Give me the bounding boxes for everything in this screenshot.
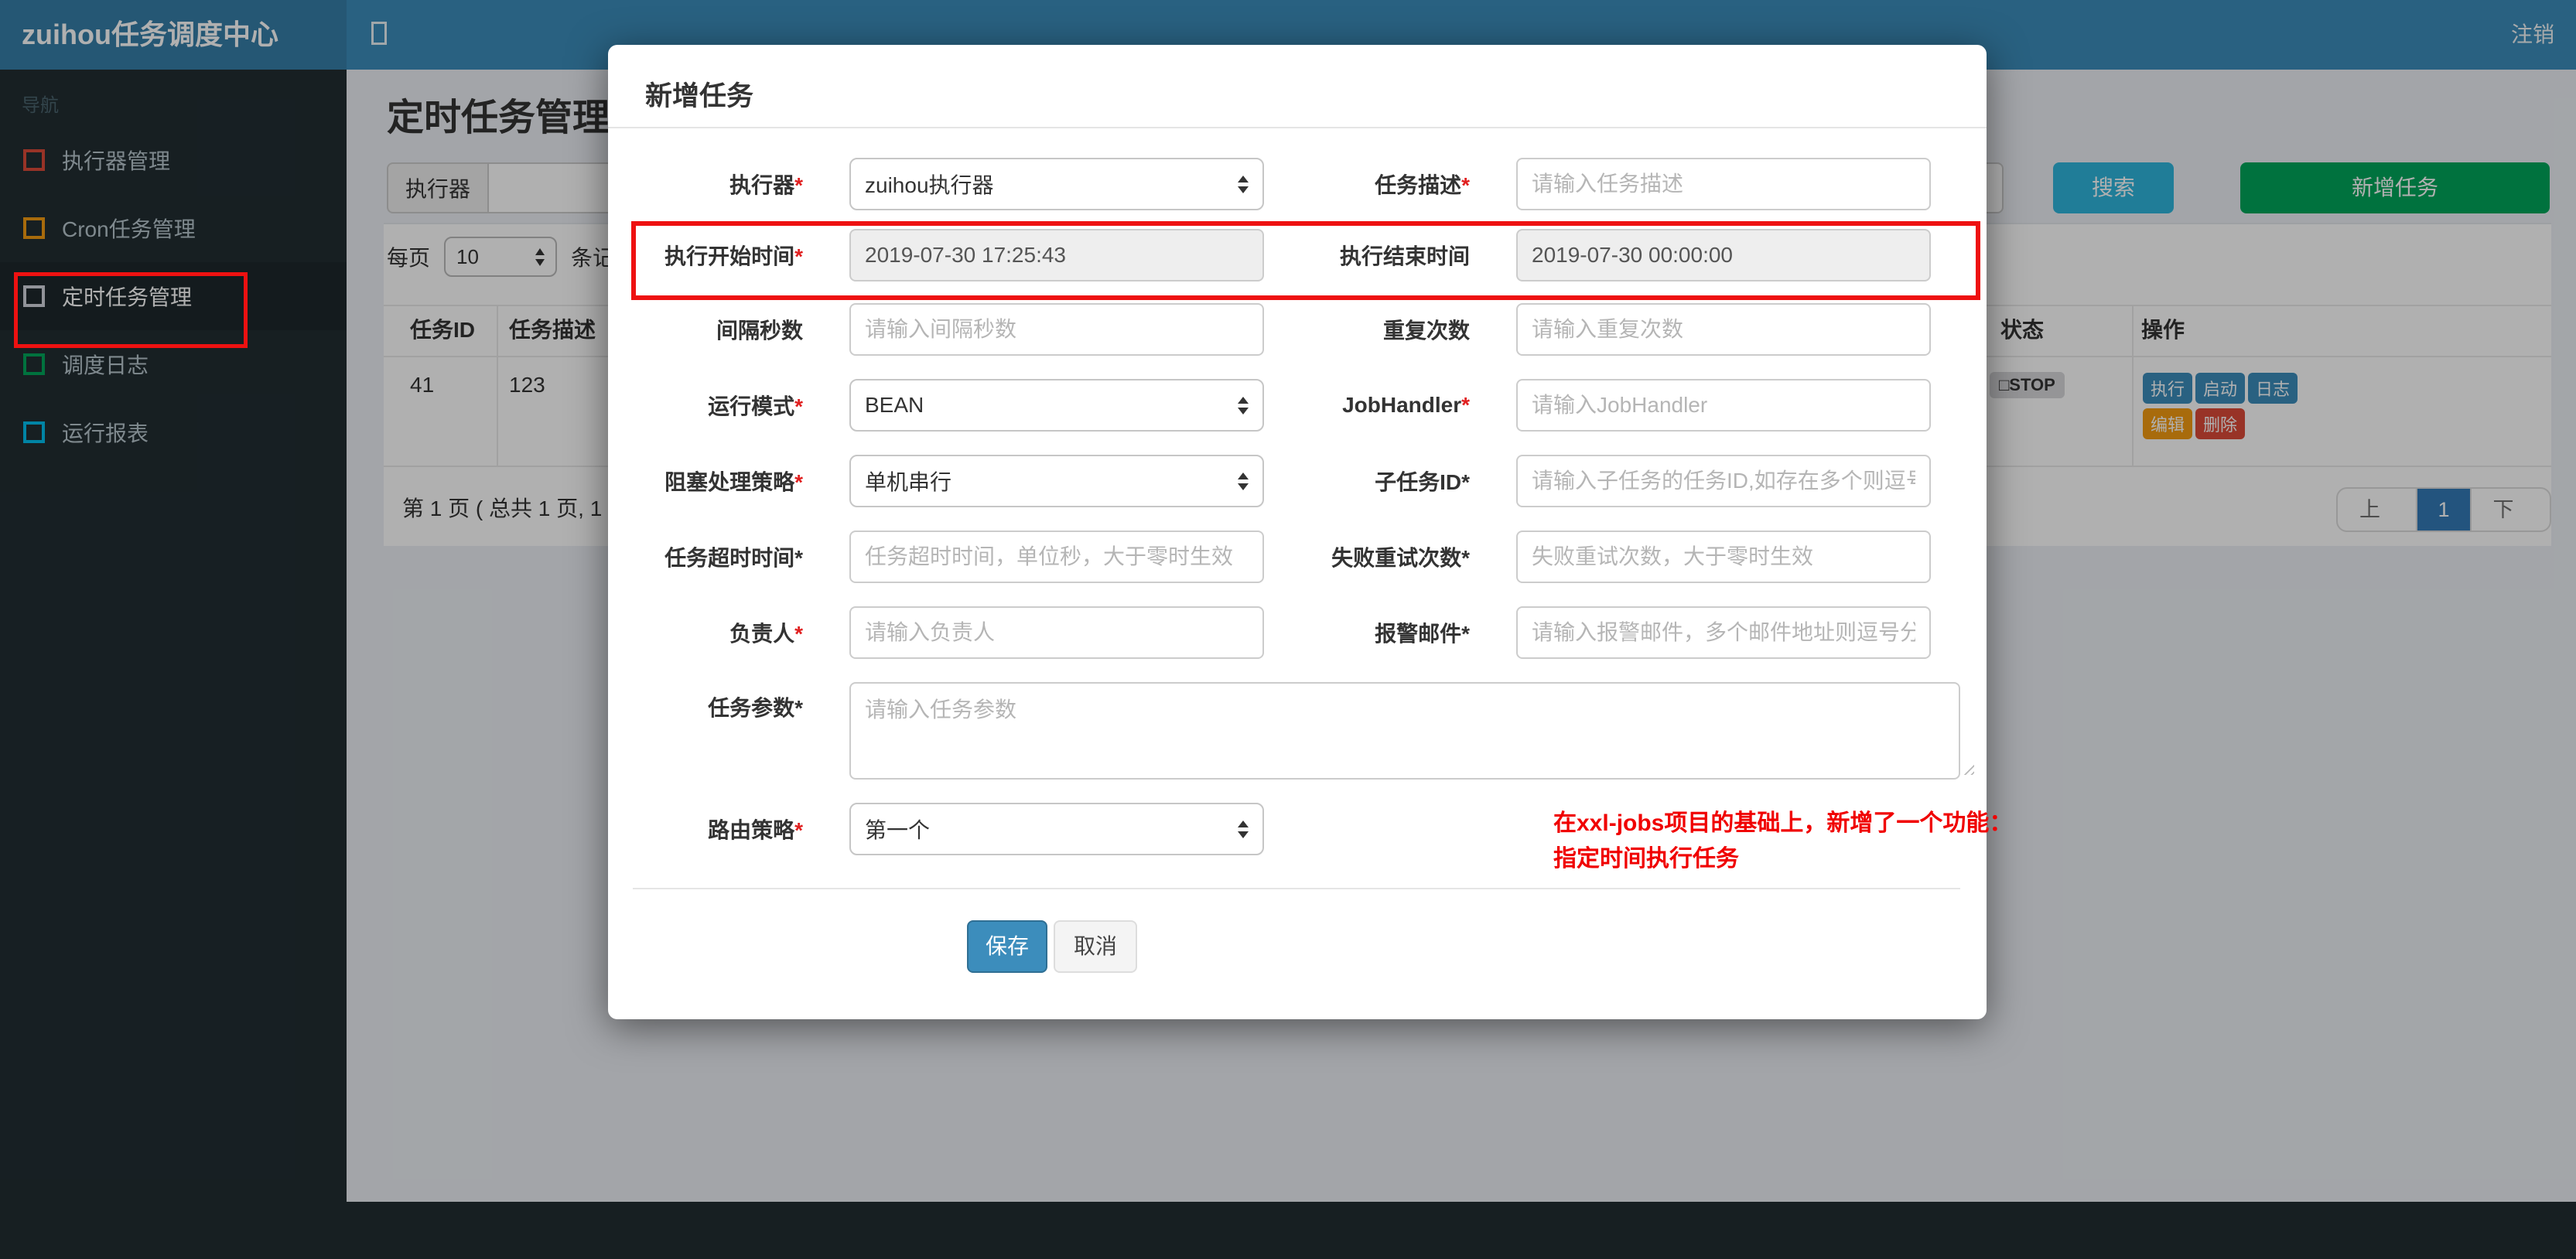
select-value: zuihou执行器 — [865, 173, 994, 197]
block-strategy-select[interactable]: 单机串行 — [849, 455, 1264, 507]
route-strategy-select[interactable]: 第一个 — [849, 803, 1264, 855]
field-label: 任务描述* — [1375, 173, 1470, 197]
required-star: * — [794, 173, 803, 197]
field-block-strategy: 阻塞处理策略* 单机串行 — [617, 455, 1264, 507]
modal-title: 新增任务 — [645, 81, 754, 111]
run-mode-select[interactable]: BEAN — [849, 379, 1264, 432]
jobhandler-input[interactable] — [1516, 379, 1931, 432]
field-route-strategy: 路由策略* 第一个 — [617, 803, 1264, 855]
field-owner: 负责人* — [617, 606, 1264, 659]
field-executor: 执行器* zuihou执行器 — [617, 158, 1264, 210]
field-label: 运行模式* — [708, 394, 803, 418]
divider — [608, 127, 1987, 128]
annotation-box-sidebar — [14, 272, 248, 348]
required-star: * — [1461, 173, 1470, 197]
field-interval: 间隔秒数 — [617, 303, 1264, 356]
field-task-params: 任务参数* — [617, 682, 1960, 780]
add-task-modal: 新增任务 执行器* zuihou执行器 任务描述* 执行开始时间* 执行结束时间… — [608, 45, 2012, 1019]
required-star: * — [1461, 622, 1470, 646]
cancel-button[interactable]: 取消 — [1054, 920, 1137, 973]
alarm-email-input[interactable] — [1516, 606, 1931, 659]
feature-note-line2: 指定时间执行任务 — [1553, 846, 1739, 872]
field-label: 负责人* — [729, 622, 803, 646]
feature-note-line1: 在xxl-jobs项目的基础上，新增了一个功能： — [1553, 810, 2013, 836]
field-label: 任务参数* — [708, 696, 803, 720]
owner-input[interactable] — [849, 606, 1264, 659]
field-label: 间隔秒数 — [716, 319, 803, 343]
field-label: 执行器* — [729, 173, 803, 197]
required-star: * — [794, 470, 803, 494]
required-star: * — [794, 696, 803, 720]
required-star: * — [1461, 470, 1470, 494]
field-run-mode: 运行模式* BEAN — [617, 379, 1264, 432]
required-star: * — [794, 394, 803, 418]
executor-select[interactable]: zuihou执行器 — [849, 158, 1264, 210]
field-label: JobHandler* — [1342, 393, 1470, 417]
select-value: 第一个 — [865, 818, 931, 842]
resize-grip-icon[interactable] — [1960, 761, 1974, 775]
field-repeat: 重复次数 — [1284, 303, 1931, 356]
field-label: 重复次数 — [1382, 319, 1470, 343]
select-arrows-icon — [1238, 821, 1249, 838]
divider — [633, 888, 1960, 889]
save-button[interactable]: 保存 — [967, 920, 1047, 973]
task-params-textarea[interactable] — [849, 682, 1960, 780]
required-star: * — [1461, 393, 1470, 417]
field-label: 任务超时时间* — [664, 546, 803, 570]
select-arrows-icon — [1238, 176, 1249, 193]
screen: zuihou任务调度中心 注销 导航 执行器管理 Cron任务管理 定时任务管理… — [0, 0, 2576, 1259]
feature-note: 在xxl-jobs项目的基础上，新增了一个功能： 指定时间执行任务 — [1553, 806, 2025, 877]
retry-input[interactable] — [1516, 531, 1931, 583]
field-task-desc: 任务描述* — [1284, 158, 1931, 210]
required-star: * — [794, 818, 803, 842]
field-child-task-id: 子任务ID* — [1284, 455, 1931, 507]
field-label: 子任务ID* — [1375, 470, 1470, 494]
annotation-box-time-row — [631, 221, 1980, 300]
field-alarm-email: 报警邮件* — [1284, 606, 1931, 659]
repeat-input[interactable] — [1516, 303, 1931, 356]
required-star: * — [1461, 546, 1470, 570]
field-timeout: 任务超时时间* — [617, 531, 1264, 583]
field-jobhandler: JobHandler* — [1284, 379, 1931, 432]
field-label: 路由策略* — [708, 818, 803, 842]
select-value: 单机串行 — [865, 470, 952, 494]
select-value: BEAN — [865, 393, 924, 417]
required-star: * — [794, 546, 803, 570]
interval-input[interactable] — [849, 303, 1264, 356]
task-desc-input[interactable] — [1516, 158, 1931, 210]
field-label: 失败重试次数* — [1331, 546, 1470, 570]
field-label: 报警邮件* — [1375, 622, 1470, 646]
field-label: 阻塞处理策略* — [664, 470, 803, 494]
required-star: * — [794, 622, 803, 646]
field-retry: 失败重试次数* — [1284, 531, 1931, 583]
select-arrows-icon — [1238, 397, 1249, 415]
select-arrows-icon — [1238, 473, 1249, 490]
child-task-id-input[interactable] — [1516, 455, 1931, 507]
timeout-input[interactable] — [849, 531, 1264, 583]
